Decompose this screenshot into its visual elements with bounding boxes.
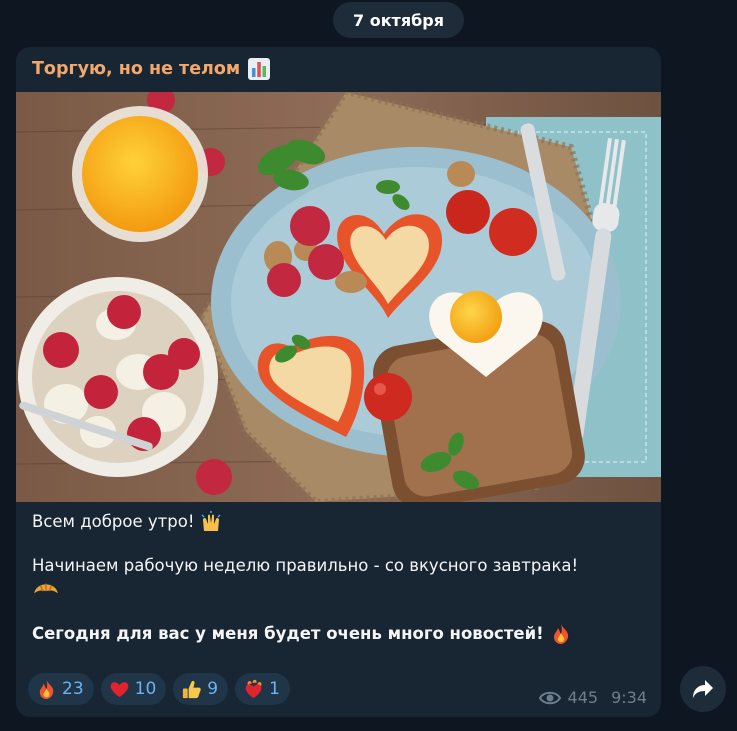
- eye-icon: [538, 691, 561, 704]
- reaction-heart[interactable]: 10: [100, 673, 167, 705]
- date-separator: 7 октября: [333, 2, 464, 38]
- message-line: [32, 577, 647, 601]
- share-arrow-icon: [693, 680, 713, 698]
- reactions-bar: 23 10 9 1: [28, 673, 290, 705]
- message-meta: 445 9:34: [538, 688, 647, 707]
- reaction-count: 1: [269, 679, 280, 699]
- message-bubble: Торгую, но не телом Всем доброе утро! На…: [16, 47, 661, 717]
- view-count: 445: [567, 688, 599, 707]
- fire-icon: [39, 679, 54, 699]
- raising-hands-icon: [201, 511, 221, 531]
- share-button[interactable]: [680, 666, 726, 712]
- croissant-icon: [34, 583, 58, 594]
- reaction-heart-on-fire[interactable]: 1: [235, 673, 290, 705]
- thumbs-up-icon: [183, 680, 201, 698]
- reaction-thumbs-up[interactable]: 9: [173, 673, 229, 705]
- heart-on-fire-icon: [245, 679, 262, 698]
- breakfast-illustration: [16, 92, 661, 502]
- reaction-count: 10: [134, 679, 157, 699]
- reaction-fire[interactable]: 23: [28, 673, 94, 705]
- breakfast-photo[interactable]: [16, 92, 661, 502]
- message-line: Всем доброе утро!: [32, 511, 647, 533]
- message-line: Начинаем рабочую неделю правильно - со в…: [32, 556, 579, 575]
- date-label: 7 октября: [353, 10, 444, 30]
- reaction-count: 9: [207, 679, 219, 699]
- channel-name[interactable]: Торгую, но не телом: [32, 59, 240, 79]
- message-text: Всем доброе утро! Начинаем рабочую недел…: [32, 511, 647, 645]
- message-time: 9:34: [611, 688, 647, 707]
- channel-title[interactable]: Торгую, но не телом: [32, 58, 271, 80]
- red-heart-icon: [110, 681, 128, 697]
- message-line: Сегодня для вас у меня будет очень много…: [32, 623, 647, 645]
- bar-chart-icon: [248, 58, 271, 80]
- reaction-count: 23: [62, 679, 84, 699]
- fire-icon: [553, 624, 568, 644]
